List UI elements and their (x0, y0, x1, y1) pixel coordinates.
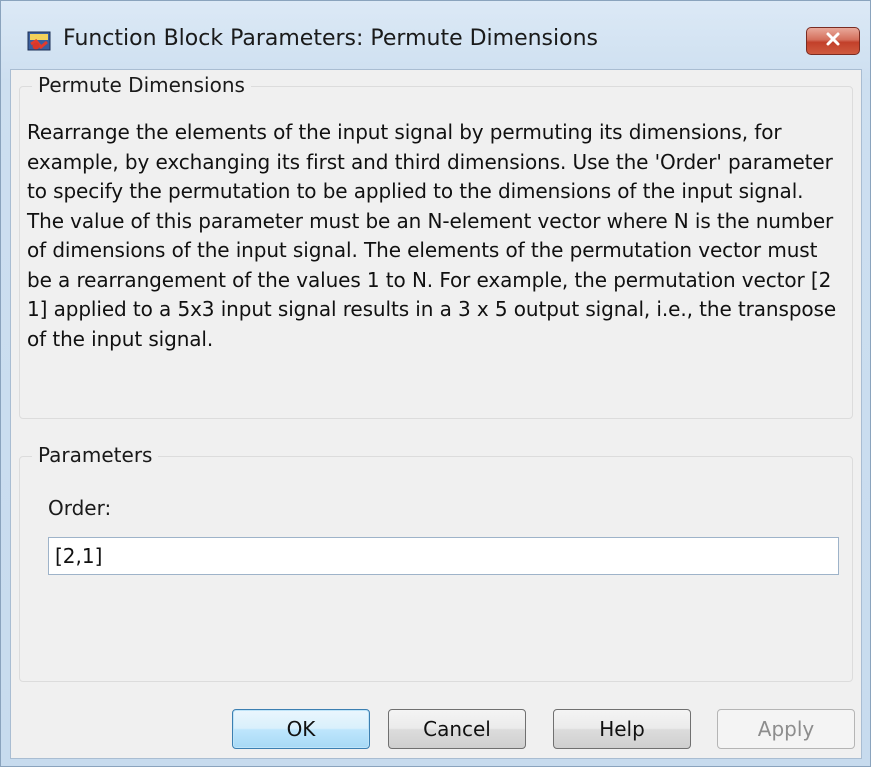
dialog-client-area: Permute Dimensions Rearrange the element… (10, 69, 862, 759)
order-input[interactable] (48, 537, 839, 575)
parameters-group-title: Parameters (32, 443, 159, 467)
block-description-group-title: Permute Dimensions (32, 73, 251, 97)
apply-button[interactable]: Apply (717, 709, 855, 749)
close-button[interactable] (806, 27, 860, 55)
help-button[interactable]: Help (553, 709, 691, 749)
window-title: Function Block Parameters: Permute Dimen… (63, 26, 598, 51)
dialog-window: Function Block Parameters: Permute Dimen… (0, 0, 871, 767)
simulink-block-icon (27, 29, 51, 53)
block-description-text: Rearrange the elements of the input sign… (27, 120, 837, 351)
close-icon (825, 31, 841, 51)
cancel-button[interactable]: Cancel (388, 709, 526, 749)
ok-button[interactable]: OK (232, 709, 370, 749)
order-label: Order: (48, 496, 112, 520)
title-bar[interactable]: Function Block Parameters: Permute Dimen… (1, 1, 870, 69)
